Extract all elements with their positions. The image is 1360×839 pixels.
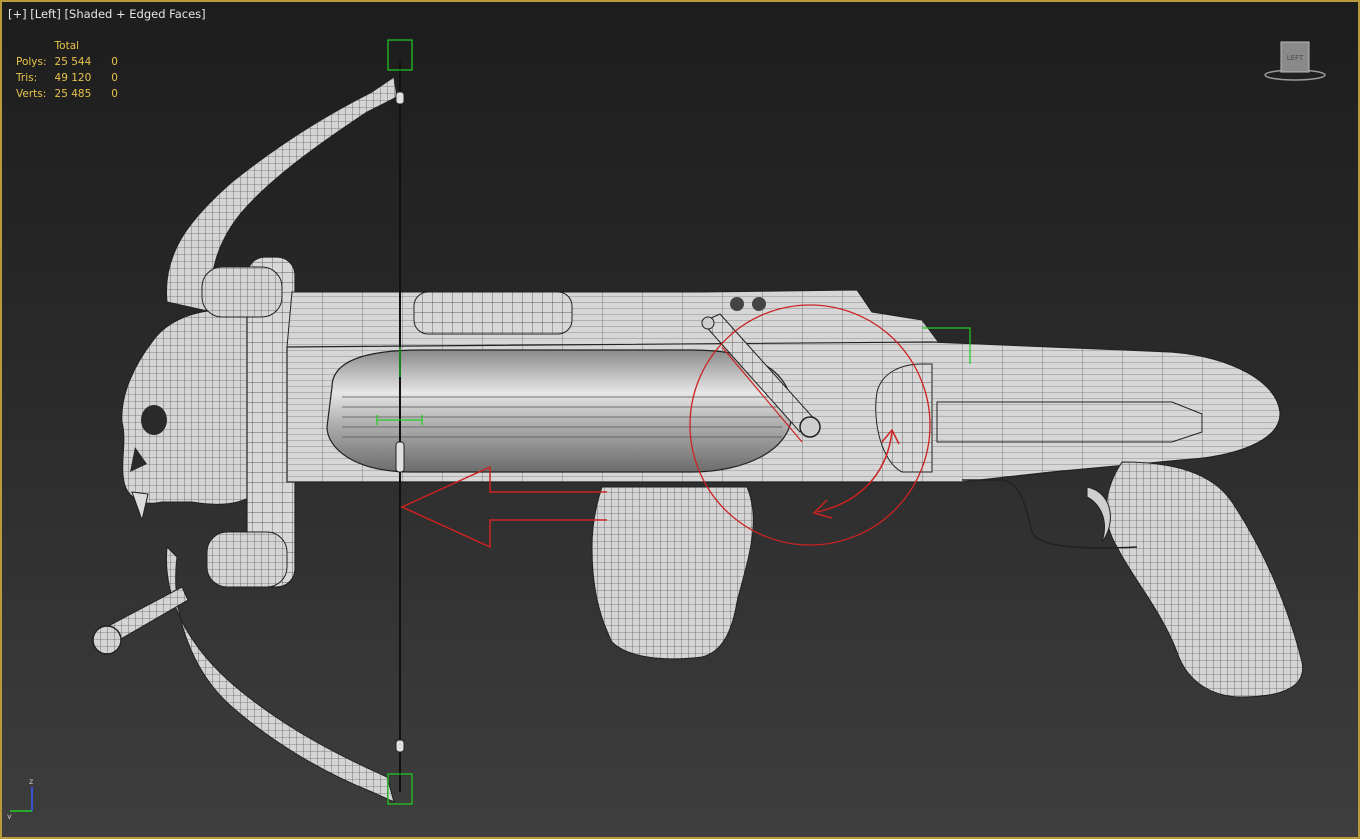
pistol-grip — [1105, 461, 1304, 698]
axis-tripod: z y — [7, 777, 33, 819]
viewcube[interactable]: LEFT — [1264, 40, 1326, 82]
front-grip — [591, 486, 754, 660]
top-rail — [286, 289, 943, 348]
viewcube-face-label: LEFT — [1287, 54, 1304, 62]
trigger — [1086, 486, 1111, 543]
left-viewport[interactable]: [+] [Left] [Shaded + Edged Faces] Total … — [0, 0, 1360, 839]
axis-y-label: y — [7, 812, 12, 819]
axis-z-label: z — [29, 777, 33, 786]
crossbow-model[interactable] — [2, 2, 1358, 837]
